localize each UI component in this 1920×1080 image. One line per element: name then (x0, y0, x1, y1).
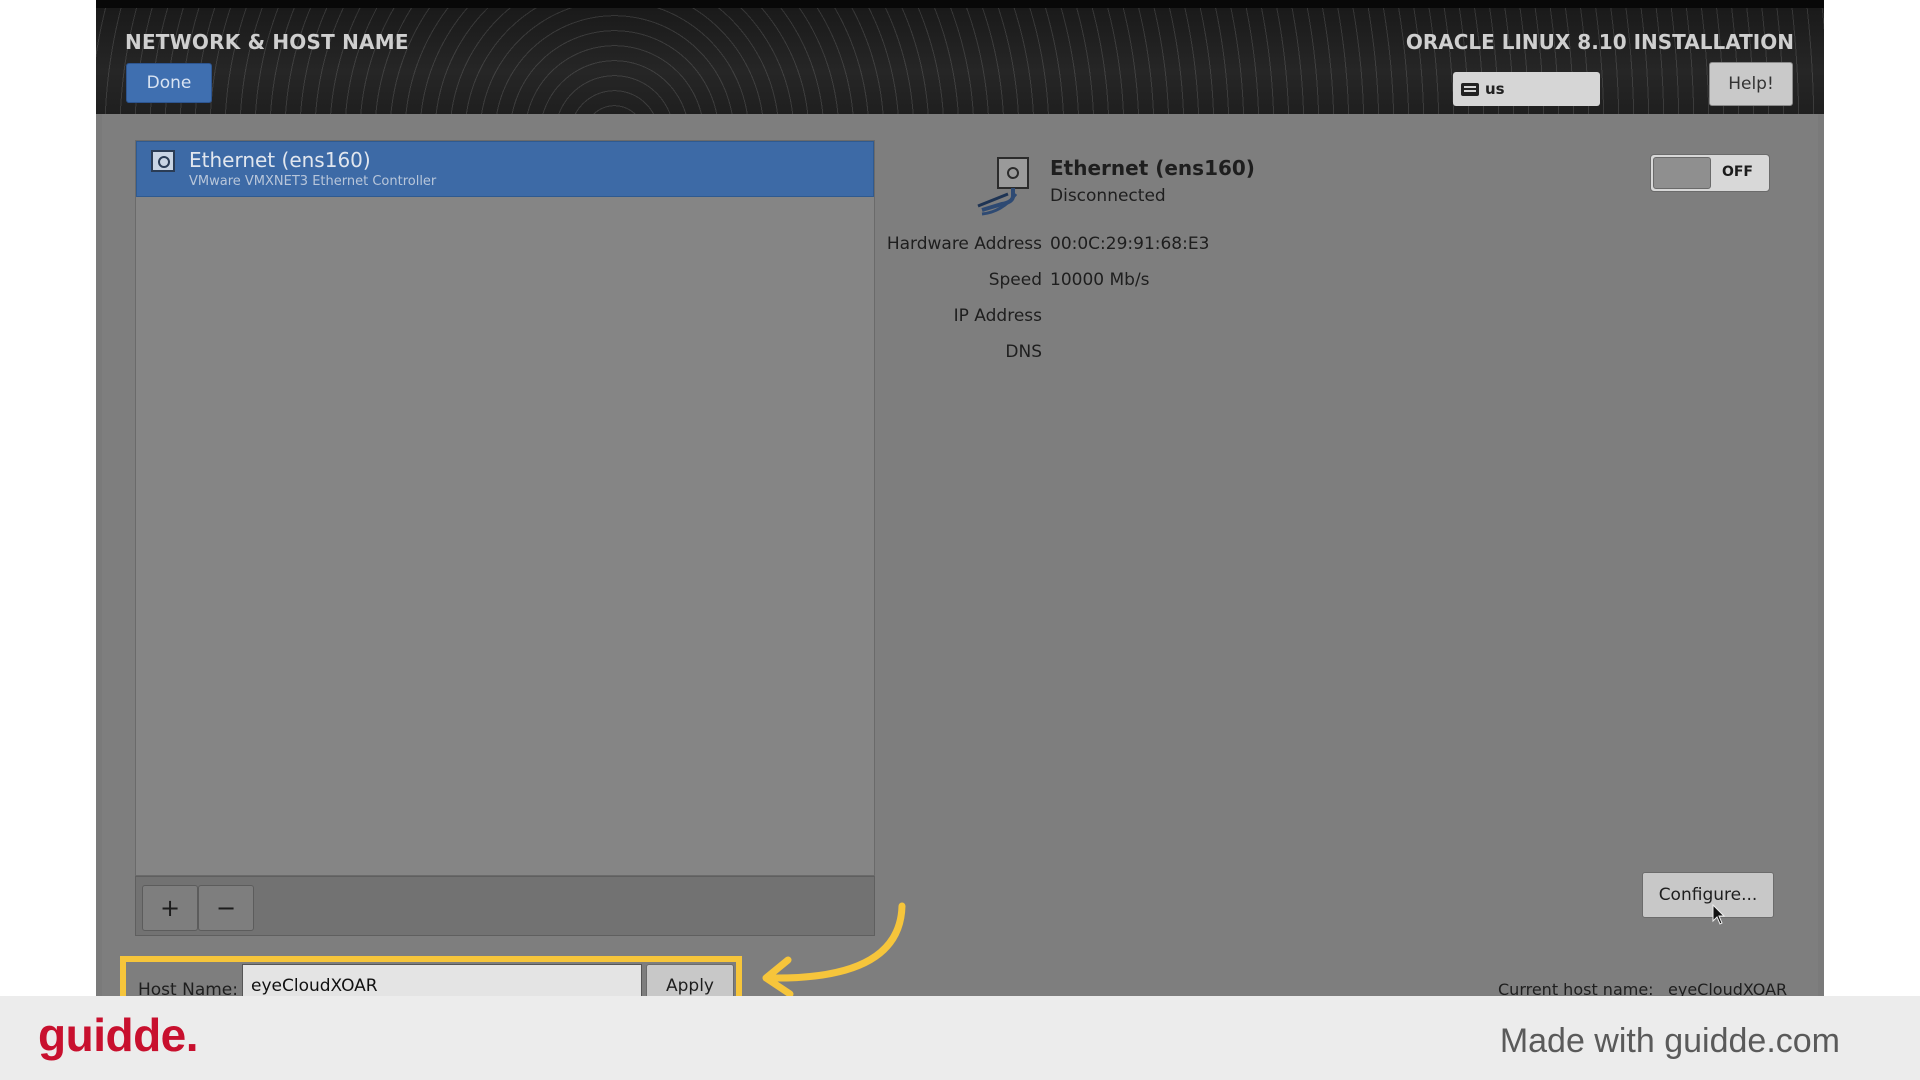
ip-address-label: IP Address (953, 306, 1042, 326)
keyboard-layout-indicator[interactable]: us (1453, 72, 1600, 106)
product-title: ORACLE LINUX 8.10 INSTALLATION (1405, 30, 1794, 54)
pointer-arrow-icon (762, 902, 906, 998)
keyboard-icon (1461, 82, 1479, 96)
list-item-ethernet[interactable]: Ethernet (ens160) VMware VMXNET3 Etherne… (136, 141, 874, 197)
add-device-button[interactable]: + (142, 885, 198, 931)
device-name: Ethernet (ens160) (189, 148, 371, 172)
speed-value: 10000 Mb/s (1050, 270, 1150, 290)
page-title: NETWORK & HOST NAME (125, 30, 409, 54)
installer-window: NETWORK & HOST NAME ORACLE LINUX 8.10 IN… (96, 0, 1824, 996)
remove-device-button[interactable]: − (198, 885, 254, 931)
content-area: Ethernet (ens160) VMware VMXNET3 Etherne… (102, 114, 1818, 996)
configure-button[interactable]: Configure... (1642, 872, 1774, 918)
done-button[interactable]: Done (126, 63, 212, 103)
header-bar: NETWORK & HOST NAME ORACLE LINUX 8.10 IN… (96, 0, 1824, 114)
device-status: Disconnected (1050, 186, 1166, 206)
network-device-icon (151, 150, 175, 172)
keyboard-layout-label: us (1485, 80, 1505, 98)
hardware-address-value: 00:0C:29:91:68:E3 (1050, 234, 1210, 254)
device-list: Ethernet (ens160) VMware VMXNET3 Etherne… (135, 140, 875, 876)
stage: NETWORK & HOST NAME ORACLE LINUX 8.10 IN… (0, 0, 1920, 1080)
mouse-cursor-icon (1712, 904, 1726, 925)
hardware-address-label: Hardware Address (886, 234, 1042, 254)
toggle-knob (1653, 157, 1711, 189)
ethernet-cable-icon (977, 157, 1029, 216)
dns-label: DNS (1005, 342, 1042, 362)
toggle-state-label: OFF (1721, 164, 1753, 180)
device-info-name: Ethernet (ens160) (1050, 156, 1255, 180)
made-with-text: Made with guidde.com (1499, 1022, 1840, 1060)
current-host-name-value: eyeCloudXOAR (1668, 980, 1788, 996)
speed-label: Speed (988, 270, 1042, 290)
help-button[interactable]: Help! (1709, 62, 1793, 106)
current-host-name-label: Current host name: (1498, 980, 1654, 996)
guidde-logo: guidde. (38, 1009, 199, 1061)
device-description: VMware VMXNET3 Ethernet Controller (189, 174, 437, 189)
connection-toggle[interactable]: OFF (1650, 154, 1770, 192)
